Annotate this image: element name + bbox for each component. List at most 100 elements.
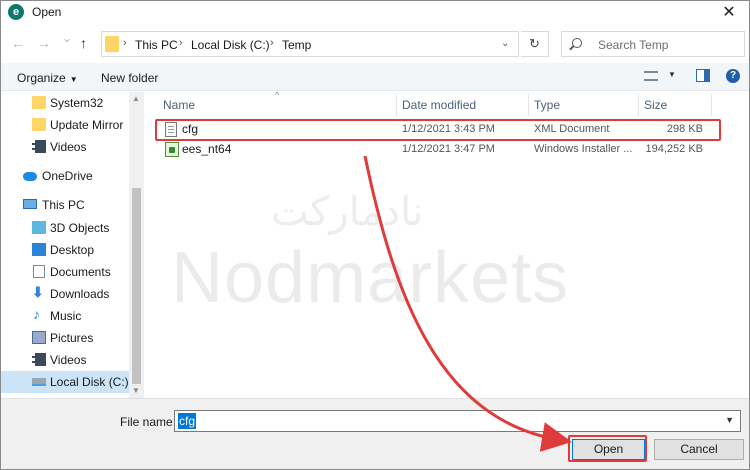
drive-icon	[32, 378, 46, 386]
address-dropdown-icon[interactable]: ⌄	[501, 38, 509, 49]
search-input[interactable]: Search Temp	[561, 31, 745, 57]
folder-icon	[32, 118, 46, 131]
column-header-name[interactable]: Name	[163, 98, 195, 112]
column-header-date[interactable]: Date modified	[402, 98, 476, 112]
chevron-down-icon[interactable]: ▼	[725, 415, 734, 425]
column-header-size[interactable]: Size	[644, 98, 667, 112]
file-date: 1/12/2021 3:47 PM	[402, 143, 495, 155]
installer-icon	[165, 142, 179, 157]
sidebar-item-label: Downloads	[50, 287, 110, 301]
computer-icon	[23, 199, 37, 209]
video-icon	[32, 353, 46, 366]
sidebar-item-label: Videos	[50, 353, 87, 367]
video-icon	[32, 140, 46, 153]
breadcrumb-separator[interactable]: ›	[123, 37, 127, 49]
address-bar[interactable]: › This PC › Local Disk (C:) › Temp ⌄	[101, 31, 519, 57]
new-folder-button[interactable]: New folder	[101, 71, 158, 85]
sidebar-item-pictures[interactable]: Pictures	[1, 327, 129, 349]
chevron-down-icon[interactable]: ▼	[668, 70, 676, 79]
navigation-pane: System32 Update Mirror Videos OneDrive T…	[1, 92, 144, 398]
sidebar-item-label: 3D Objects	[50, 221, 110, 235]
file-size: 194,252 KB	[645, 143, 704, 155]
sidebar-item-label: Documents	[50, 265, 111, 279]
documents-icon	[33, 265, 45, 278]
file-row-ees-nt64[interactable]: ees_nt64 1/12/2021 3:47 PM Windows Insta…	[155, 141, 715, 159]
sidebar-item-music[interactable]: ♪ Music	[1, 305, 129, 327]
file-name-field[interactable]: cfg ▼	[174, 410, 741, 432]
file-name-label: File name:	[120, 415, 177, 429]
search-icon	[572, 38, 582, 48]
cloud-icon	[23, 172, 37, 181]
organize-label: Organize	[17, 71, 66, 85]
file-name: ees_nt64	[182, 142, 232, 156]
open-dialog: e Open ✕ ← → ⌄ ↑ › This PC › Local Disk …	[0, 0, 750, 470]
app-icon: e	[8, 4, 24, 20]
sidebar-item-documents[interactable]: Documents	[1, 261, 129, 283]
cancel-button[interactable]: Cancel	[654, 439, 744, 460]
chevron-down-icon: ▼	[69, 75, 78, 84]
breadcrumb-separator[interactable]: ›	[270, 37, 274, 49]
download-arrow-icon: ⬇	[32, 284, 44, 300]
sidebar-item-label: OneDrive	[42, 169, 93, 183]
breadcrumb-temp[interactable]: Temp	[282, 38, 311, 52]
open-button[interactable]: Open	[572, 439, 645, 460]
sidebar-item-label: Update Mirror	[50, 118, 124, 132]
up-arrow-icon[interactable]: ↑	[80, 35, 87, 51]
sidebar-item-downloads[interactable]: ⬇ Downloads	[1, 283, 129, 305]
navigation-bar: ← → ⌄ ↑ › This PC › Local Disk (C:) › Te…	[1, 29, 749, 59]
sidebar-item-videos[interactable]: Videos	[1, 349, 129, 371]
window-title: Open	[32, 5, 62, 19]
sidebar-item-desktop[interactable]: Desktop	[1, 239, 129, 261]
sidebar-item-label: Music	[50, 309, 82, 323]
close-button[interactable]: ✕	[719, 3, 739, 23]
sidebar-item-label: This PC	[42, 198, 85, 212]
highlight-box	[155, 119, 721, 141]
sidebar-item-this-pc[interactable]: This PC	[1, 194, 129, 216]
view-options-icon[interactable]	[644, 71, 658, 81]
column-divider[interactable]	[528, 94, 529, 116]
breadcrumb-separator[interactable]: ›	[179, 37, 183, 49]
sidebar-item-onedrive[interactable]: OneDrive	[1, 165, 129, 187]
sidebar-item-label: Local Disk (C:)	[50, 375, 129, 389]
scroll-up-icon[interactable]: ▲	[132, 94, 140, 103]
3d-objects-icon	[32, 221, 46, 234]
music-note-icon: ♪	[33, 306, 40, 322]
watermark-arabic: نادمارکت	[271, 189, 424, 235]
forward-arrow-icon[interactable]: →	[37, 35, 51, 51]
sidebar-scrollbar-thumb[interactable]	[132, 188, 141, 384]
title-bar: e Open ✕	[1, 1, 749, 25]
bottom-panel: File name: cfg ▼ Open Cancel	[1, 398, 749, 469]
sidebar-item-update-mirror[interactable]: Update Mirror	[1, 114, 129, 136]
sidebar-item-3d-objects[interactable]: 3D Objects	[1, 217, 129, 239]
sidebar-item-label: System32	[50, 96, 104, 110]
organize-button[interactable]: Organize ▼	[17, 71, 78, 85]
pictures-icon	[32, 331, 46, 344]
desktop-icon	[32, 243, 46, 256]
file-name-value[interactable]: cfg	[178, 413, 197, 429]
column-header-type[interactable]: Type	[534, 98, 560, 112]
command-bar: Organize ▼ New folder ▼ ?	[1, 63, 749, 91]
sidebar-item-videos[interactable]: Videos	[1, 136, 129, 158]
search-placeholder: Search Temp	[598, 38, 669, 52]
column-divider[interactable]	[638, 94, 639, 116]
folder-icon	[32, 96, 46, 109]
scroll-down-icon[interactable]: ▼	[132, 386, 140, 395]
watermark-english: Nodmarkets	[171, 238, 570, 318]
sidebar-item-label: Desktop	[50, 243, 95, 257]
sidebar-item-label: Pictures	[50, 331, 94, 345]
breadcrumb-local-disk[interactable]: Local Disk (C:)	[191, 38, 270, 52]
breadcrumb-this-pc[interactable]: This PC	[135, 38, 178, 52]
column-divider[interactable]	[396, 94, 397, 116]
sidebar-item-label: Videos	[50, 140, 87, 154]
recent-locations-icon[interactable]: ⌄	[62, 31, 72, 45]
file-type: Windows Installer ...	[534, 143, 633, 155]
help-icon[interactable]: ?	[726, 69, 740, 83]
preview-pane-icon[interactable]	[696, 69, 710, 82]
refresh-button[interactable]: ↻	[521, 31, 549, 57]
sidebar-item-local-disk[interactable]: Local Disk (C:)	[1, 371, 129, 393]
folder-icon	[105, 36, 119, 52]
column-divider[interactable]	[711, 94, 712, 116]
sidebar-item-system32[interactable]: System32	[1, 92, 129, 114]
sort-ascending-icon: ^	[275, 90, 280, 100]
back-arrow-icon[interactable]: ←	[11, 35, 25, 51]
